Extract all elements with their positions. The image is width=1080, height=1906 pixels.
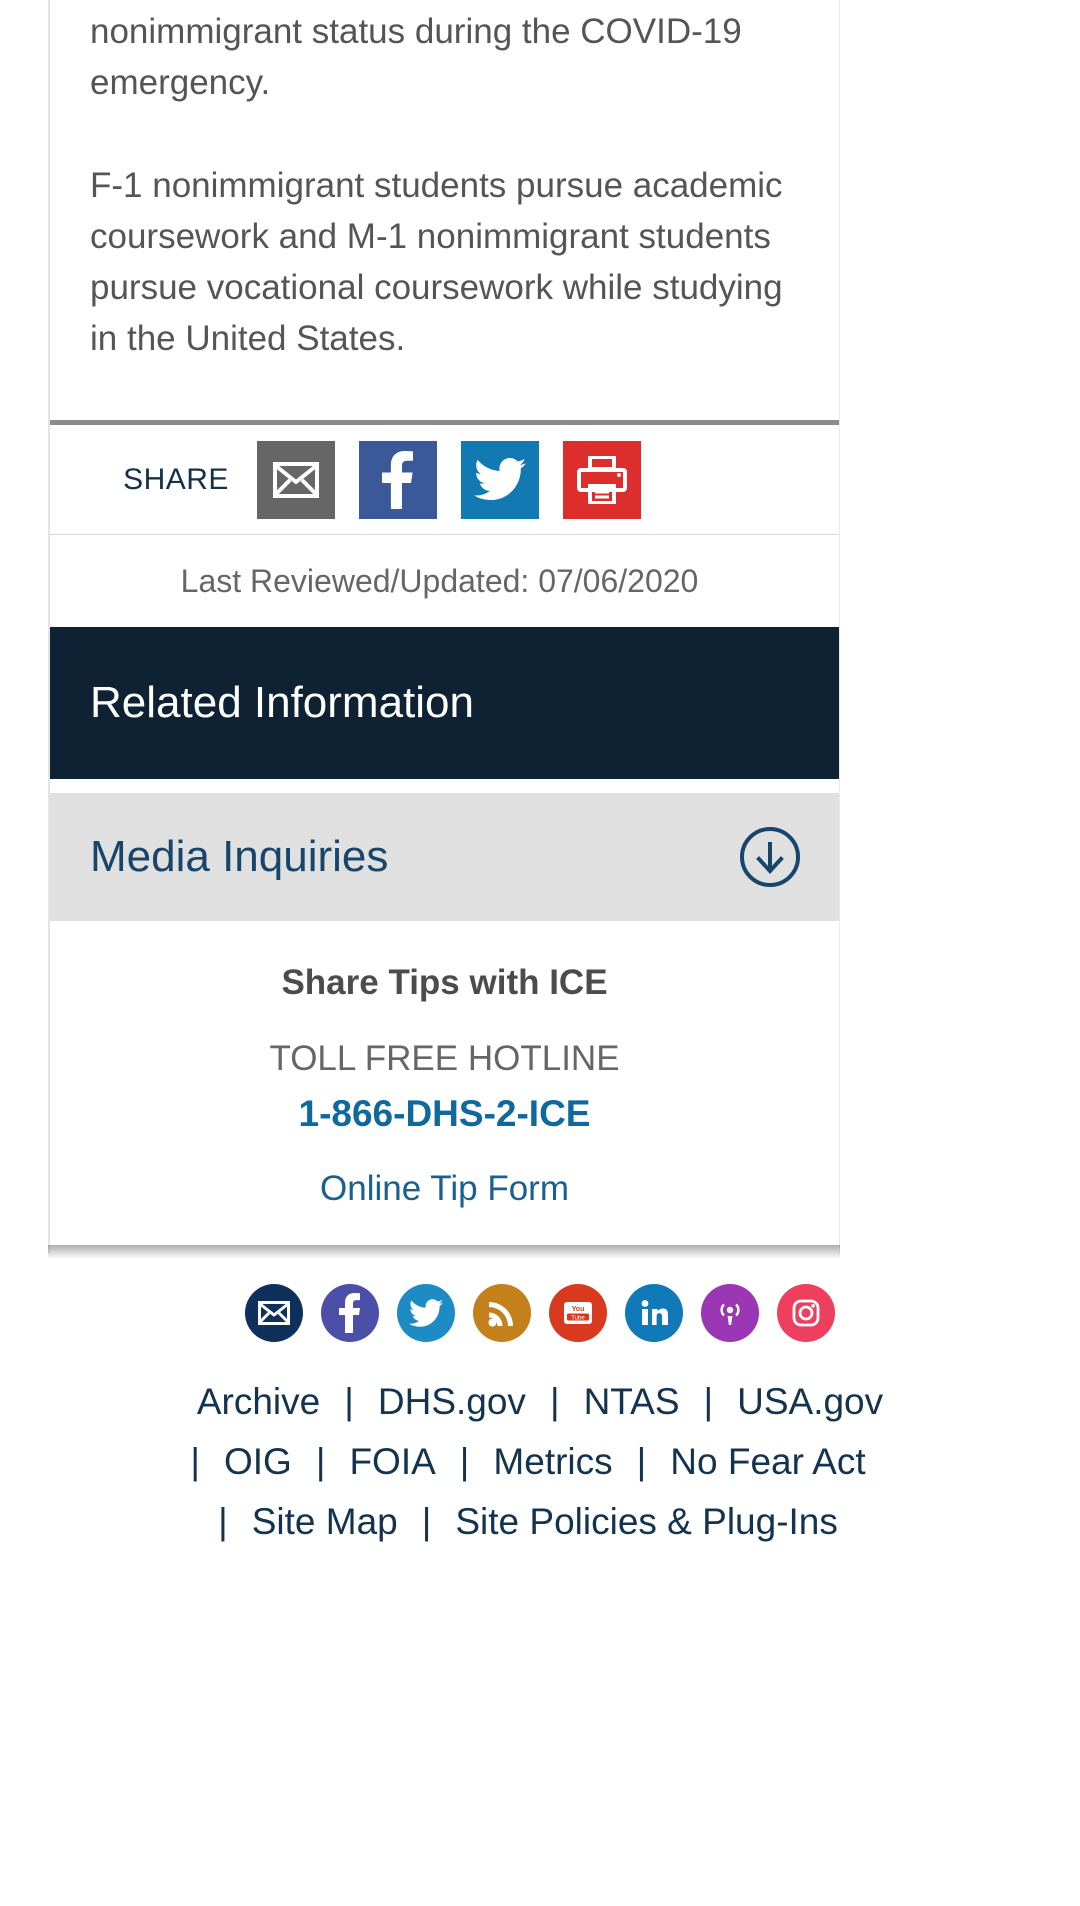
toll-free-hotline-label: TOLL FREE HOTLINE: [269, 1039, 620, 1078]
svg-text:Tube: Tube: [571, 1316, 585, 1322]
footer-link-metrics[interactable]: Metrics: [469, 1432, 636, 1492]
footer-link-foia[interactable]: FOIA: [325, 1432, 459, 1492]
facebook-icon: [381, 450, 414, 509]
hotline-phone-number[interactable]: 1-866-DHS-2-ICE: [299, 1093, 591, 1135]
footer-links-row-1: Archive | DHS.gov | NTAS | USA.gov: [0, 1372, 1080, 1432]
twitter-icon: [473, 457, 526, 502]
footer-podcast-icon[interactable]: [701, 1284, 759, 1342]
footer-links-row-3: | Site Map | Site Policies & Plug-Ins: [0, 1492, 1080, 1552]
online-tip-form-link[interactable]: Online Tip Form: [320, 1169, 569, 1209]
footer-link-oig[interactable]: OIG: [200, 1432, 316, 1492]
article-paragraph-1: nonimmigrant status during the COVID-19 …: [90, 12, 742, 102]
related-information-banner: Related Information: [50, 627, 839, 779]
footer-instagram-icon[interactable]: [777, 1284, 835, 1342]
print-page-button[interactable]: [562, 440, 641, 519]
page-root: nonimmigrant status during the COVID-19 …: [0, 0, 1080, 1906]
email-share-button[interactable]: [256, 440, 335, 519]
footer-linkedin-icon[interactable]: [625, 1284, 683, 1342]
footer-link-site-map[interactable]: Site Map: [228, 1492, 422, 1552]
banner-gap: [50, 779, 839, 793]
footer-separator: |: [344, 1381, 354, 1422]
site-footer: You Tube Archive | DHS.gov | NTAS | USA.…: [0, 1262, 1080, 1552]
footer-links-row-2: | OIG | FOIA | Metrics | No Fear Act: [0, 1432, 1080, 1492]
footer-separator: |: [421, 1501, 432, 1542]
share-tips-panel: Share Tips with ICE TOLL FREE HOTLINE 1-…: [50, 921, 839, 1253]
article-paragraph-2: F-1 nonimmigrant students pursue academi…: [90, 166, 783, 358]
share-bar: SHARE: [50, 425, 839, 535]
footer-separator: |: [218, 1501, 228, 1542]
footer-separator: |: [703, 1381, 714, 1422]
facebook-share-button[interactable]: [358, 440, 437, 519]
footer-youtube-icon[interactable]: You Tube: [549, 1284, 607, 1342]
footer-link-dhs-gov[interactable]: DHS.gov: [354, 1372, 550, 1432]
footer-separator: |: [315, 1441, 326, 1482]
footer-separator: |: [459, 1441, 470, 1482]
footer-twitter-icon[interactable]: [397, 1284, 455, 1342]
footer-link-usa-gov[interactable]: USA.gov: [713, 1372, 907, 1432]
footer-rss-icon[interactable]: [473, 1284, 531, 1342]
accordion-media-inquiries[interactable]: Media Inquiries: [50, 793, 839, 921]
footer-link-site-policies[interactable]: Site Policies & Plug-Ins: [431, 1492, 862, 1552]
article-body: nonimmigrant status during the COVID-19 …: [50, 0, 839, 364]
accordion-title: Media Inquiries: [90, 832, 389, 881]
footer-social-row: You Tube: [0, 1262, 1080, 1342]
circle-arrow-down-icon[interactable]: [739, 826, 801, 888]
card-shadow: [48, 1245, 840, 1259]
footer-separator: |: [549, 1381, 560, 1422]
footer-link-ntas[interactable]: NTAS: [560, 1372, 704, 1432]
printer-icon: [576, 455, 627, 504]
footer-separator: |: [190, 1441, 200, 1482]
footer-facebook-icon[interactable]: [321, 1284, 379, 1342]
footer-link-no-fear-act[interactable]: No Fear Act: [646, 1432, 889, 1492]
footer-links: Archive | DHS.gov | NTAS | USA.gov | OIG…: [0, 1342, 1080, 1552]
footer-link-archive[interactable]: Archive: [173, 1372, 344, 1432]
last-reviewed-text: Last Reviewed/Updated: 07/06/2020: [50, 535, 839, 627]
related-information-title: Related Information: [90, 678, 474, 727]
envelope-icon: [272, 461, 319, 498]
footer-email-icon[interactable]: [245, 1284, 303, 1342]
twitter-share-button[interactable]: [460, 440, 539, 519]
footer-separator: |: [636, 1441, 647, 1482]
svg-text:You: You: [572, 1306, 585, 1313]
share-label: SHARE: [123, 462, 229, 496]
content-card: nonimmigrant status during the COVID-19 …: [48, 0, 840, 1253]
share-tips-title: Share Tips with ICE: [281, 963, 608, 1002]
